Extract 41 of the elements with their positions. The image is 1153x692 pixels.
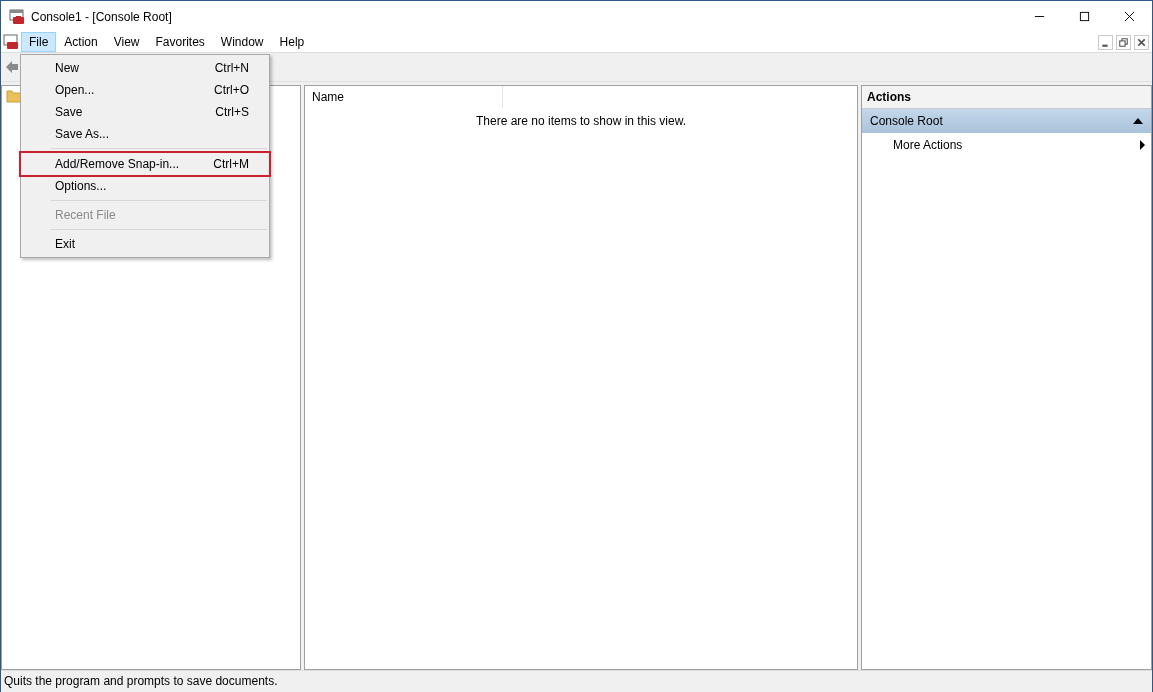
- menu-entry-label: Recent File: [55, 208, 116, 222]
- menu-entry[interactable]: Add/Remove Snap-in... Ctrl+M: [21, 153, 269, 175]
- actions-title: Actions: [862, 86, 1151, 109]
- menu-item[interactable]: File: [21, 32, 57, 52]
- menu-entry[interactable]: Save As...: [21, 123, 269, 145]
- collapse-triangle-icon[interactable]: [1133, 118, 1143, 124]
- column-header[interactable]: Name: [305, 86, 503, 108]
- submenu-arrow-icon: [1140, 140, 1145, 150]
- actions-section-header[interactable]: Console Root: [862, 109, 1151, 133]
- menu-item[interactable]: Help: [271, 32, 313, 52]
- menu-entry-label: Save As...: [55, 127, 110, 141]
- menu-entry-label: New: [55, 61, 79, 75]
- empty-message: There are no items to show in this view.: [474, 114, 688, 128]
- menu-item[interactable]: Action: [56, 32, 106, 52]
- folder-icon: [6, 88, 22, 104]
- maximize-icon[interactable]: [1079, 11, 1090, 22]
- menu-entry-label: Open...: [55, 83, 95, 97]
- shortcut-label: Ctrl+N: [214, 61, 249, 75]
- window-title: Console1 - [Console Root]: [31, 9, 172, 24]
- menu-entry-label: Save: [55, 105, 83, 119]
- menu-entry[interactable]: Save Ctrl+S: [21, 101, 269, 123]
- menu-entry[interactable]: New Ctrl+N: [21, 57, 269, 79]
- shortcut-label: Ctrl+S: [215, 105, 249, 119]
- menu-item[interactable]: Favorites: [147, 32, 213, 52]
- status-bar: Quits the program and prompts to save documents.: [1, 670, 1152, 692]
- shortcut-label: Ctrl+M: [213, 157, 249, 171]
- menu-entry[interactable]: Open... Ctrl+O: [21, 79, 269, 101]
- console-app-icon: [9, 8, 25, 25]
- menu-entry-label: Add/Remove Snap-in...: [55, 157, 180, 171]
- console-app-icon[interactable]: [3, 34, 19, 50]
- menu-entry[interactable]: Exit: [21, 233, 269, 255]
- shortcut-label: Ctrl+O: [214, 83, 249, 97]
- back-arrow-icon[interactable]: [5, 60, 19, 74]
- close-icon[interactable]: [1124, 11, 1135, 22]
- restore-icon[interactable]: [1116, 34, 1131, 50]
- menu-entry[interactable]: Options...: [21, 175, 269, 197]
- menu-item[interactable]: Window: [212, 32, 272, 52]
- menu-entry-label: Exit: [55, 237, 75, 251]
- menu-item[interactable]: View: [105, 32, 148, 52]
- menu-entry-label: Options...: [55, 179, 107, 193]
- action-item[interactable]: More Actions: [862, 133, 1151, 157]
